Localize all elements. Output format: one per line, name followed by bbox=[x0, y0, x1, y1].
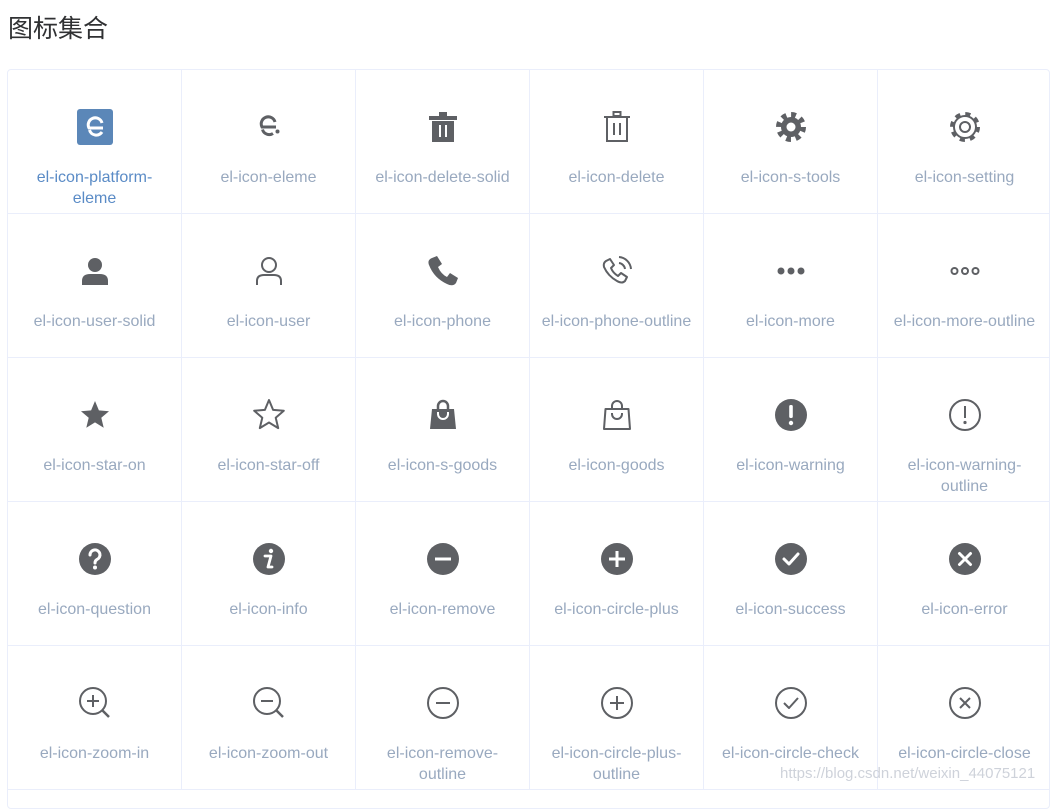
star-off-icon bbox=[252, 399, 285, 430]
more-icon bbox=[777, 267, 804, 275]
warning-icon bbox=[774, 399, 807, 431]
icon-cell-info[interactable]: el-icon-info bbox=[182, 502, 356, 646]
icon-cell-goods[interactable]: el-icon-goods bbox=[530, 358, 704, 502]
icon-label: el-icon-warning bbox=[736, 457, 845, 474]
icon-cell-s-tools[interactable]: el-icon-s-tools bbox=[704, 70, 878, 214]
icon-label: el-icon-user-solid bbox=[33, 313, 156, 330]
icon-cell-phone-outline[interactable]: el-icon-phone-outline bbox=[530, 214, 704, 358]
icon-label: el-icon-delete bbox=[568, 169, 665, 186]
icon-label: el-icon-goods bbox=[568, 457, 665, 474]
setting-icon bbox=[949, 112, 980, 142]
icon-cell-remove[interactable]: el-icon-remove bbox=[356, 502, 530, 646]
phone-outline-icon bbox=[602, 256, 632, 284]
icon-label: el-icon-circle-plus bbox=[554, 601, 679, 618]
icon-label: el-icon-question bbox=[38, 601, 151, 618]
page-title: 图标集合 bbox=[8, 15, 109, 43]
icon-label: el-icon-more-outline bbox=[893, 313, 1036, 330]
circle-close-icon bbox=[948, 687, 981, 719]
s-tools-icon bbox=[775, 112, 806, 142]
icon-label: el-icon-eleme bbox=[220, 169, 317, 186]
more-outline-icon bbox=[950, 267, 979, 275]
s-goods-icon bbox=[429, 399, 456, 429]
icon-cell-star-on[interactable]: el-icon-star-on bbox=[8, 358, 182, 502]
icon-grid: el-icon-platform- eleme el-icon-eleme el-i… bbox=[7, 69, 1050, 809]
watermark: https://blog.csdn.net/weixin_44075121 bbox=[780, 765, 1036, 782]
icon-cell-delete[interactable]: el-icon-delete bbox=[530, 70, 704, 214]
icon-label: el-icon-circle-check bbox=[722, 745, 859, 762]
icon-cell-question[interactable]: el-icon-question bbox=[8, 502, 182, 646]
remove-outline-icon bbox=[426, 687, 459, 719]
icon-cell-phone[interactable]: el-icon-phone bbox=[356, 214, 530, 358]
icon-label: el-icon-star-on bbox=[43, 457, 146, 474]
icon-label: el-icon-error bbox=[921, 601, 1008, 618]
star-on-icon bbox=[80, 401, 109, 428]
eleme-icon bbox=[259, 115, 279, 137]
icon-cell-eleme[interactable]: el-icon-eleme bbox=[182, 70, 356, 214]
icon-cell-delete-solid[interactable]: el-icon-delete-solid bbox=[356, 70, 530, 214]
icon-label: el-icon-phone bbox=[394, 313, 491, 330]
icon-label: el-icon-zoom-in bbox=[39, 745, 150, 762]
icon-label: el-icon-more bbox=[746, 313, 835, 330]
icon-label: el-icon-circle-plus- outline bbox=[551, 745, 682, 783]
icon-label: el-icon-warning- outline bbox=[907, 457, 1022, 495]
icon-cell-more-outline[interactable]: el-icon-more-outline bbox=[878, 214, 1049, 358]
zoom-in-icon bbox=[78, 687, 110, 718]
icon-cell-s-goods[interactable]: el-icon-s-goods bbox=[356, 358, 530, 502]
icon-cell-remove-outline[interactable]: el-icon-remove- outline bbox=[356, 646, 530, 790]
icon-cell-success[interactable]: el-icon-success bbox=[704, 502, 878, 646]
icon-cell-circle-plus-outline[interactable]: el-icon-circle-plus- outline bbox=[530, 646, 704, 790]
icon-label: el-icon-delete-solid bbox=[375, 169, 510, 186]
goods-icon bbox=[602, 400, 631, 430]
icon-cell-user[interactable]: el-icon-user bbox=[182, 214, 356, 358]
icon-label: el-icon-s-tools bbox=[740, 169, 841, 186]
platform-eleme-icon bbox=[76, 109, 113, 145]
circle-plus-outline-icon bbox=[600, 687, 633, 719]
icon-label: el-icon-info bbox=[229, 601, 308, 618]
question-icon bbox=[78, 543, 111, 575]
delete-solid-icon bbox=[428, 112, 457, 142]
icon-cell-error[interactable]: el-icon-error bbox=[878, 502, 1049, 646]
icon-cell-warning[interactable]: el-icon-warning bbox=[704, 358, 878, 502]
icon-label: el-icon-star-off bbox=[217, 457, 320, 474]
icon-label: el-icon-success bbox=[735, 601, 846, 618]
icon-label: el-icon-platform- eleme bbox=[36, 169, 153, 207]
icon-label: el-icon-phone-outline bbox=[541, 313, 692, 330]
icon-label: el-icon-remove bbox=[389, 601, 496, 618]
circle-check-icon bbox=[774, 687, 807, 719]
icon-cell-zoom-out[interactable]: el-icon-zoom-out bbox=[182, 646, 356, 790]
user-solid-icon bbox=[81, 258, 108, 285]
delete-icon bbox=[603, 111, 630, 142]
icon-label: el-icon-remove- outline bbox=[386, 745, 499, 783]
remove-icon bbox=[426, 543, 459, 575]
icon-label: el-icon-setting bbox=[914, 169, 1015, 186]
success-icon bbox=[774, 543, 807, 575]
icon-cell-circle-plus[interactable]: el-icon-circle-plus bbox=[530, 502, 704, 646]
icon-cell-platform-eleme[interactable]: el-icon-platform- eleme bbox=[8, 70, 182, 214]
warning-outline-icon bbox=[948, 399, 981, 431]
icon-cell-more[interactable]: el-icon-more bbox=[704, 214, 878, 358]
phone-icon bbox=[427, 256, 458, 286]
icon-cell-zoom-in[interactable]: el-icon-zoom-in bbox=[8, 646, 182, 790]
circle-plus-icon bbox=[600, 543, 633, 575]
icon-label: el-icon-circle-close bbox=[898, 745, 1031, 762]
icon-cell-user-solid[interactable]: el-icon-user-solid bbox=[8, 214, 182, 358]
icon-cell-star-off[interactable]: el-icon-star-off bbox=[182, 358, 356, 502]
icon-cell-setting[interactable]: el-icon-setting bbox=[878, 70, 1049, 214]
icon-label: el-icon-zoom-out bbox=[208, 745, 329, 762]
icon-label: el-icon-user bbox=[226, 313, 311, 330]
zoom-out-icon bbox=[252, 687, 284, 718]
error-icon bbox=[948, 543, 981, 575]
user-icon bbox=[255, 257, 282, 285]
icon-cell-warning-outline[interactable]: el-icon-warning- outline bbox=[878, 358, 1049, 502]
info-icon bbox=[252, 543, 285, 575]
icon-label: el-icon-s-goods bbox=[387, 457, 498, 474]
